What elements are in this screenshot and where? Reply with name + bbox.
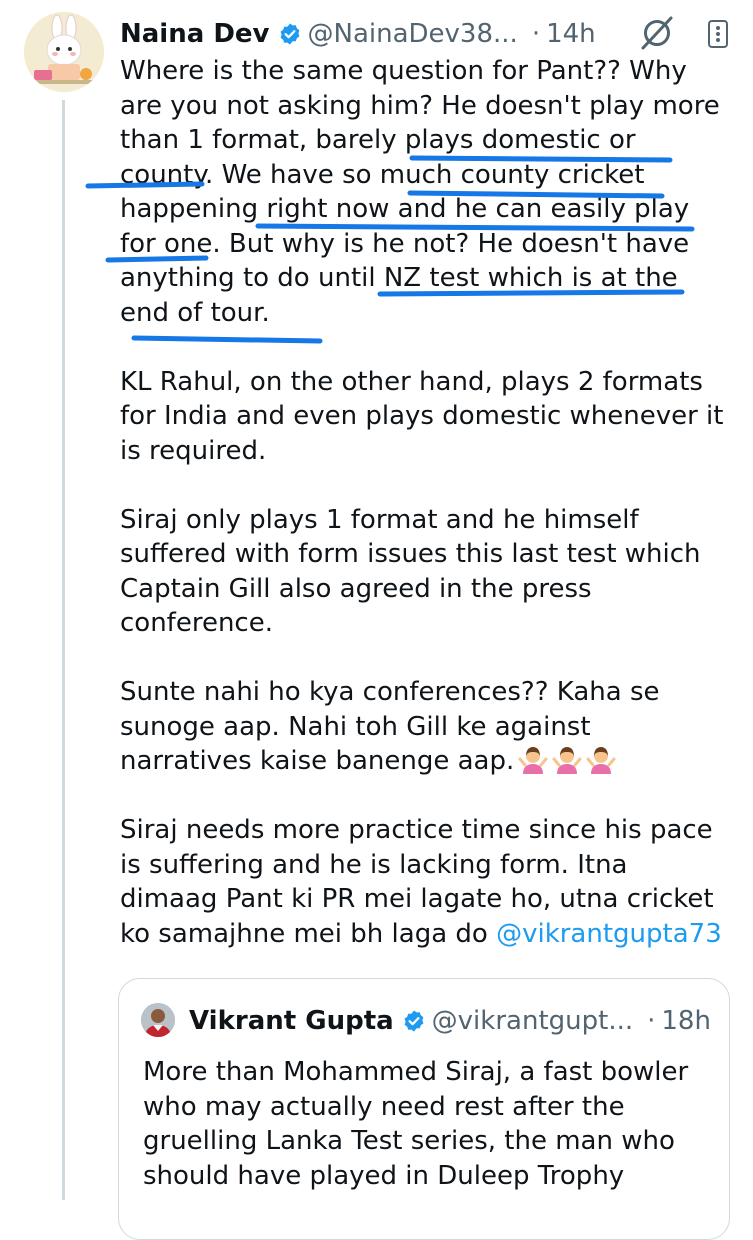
tweet-paragraph-3: Siraj only plays 1 format and he himself…: [120, 503, 740, 641]
text-fragment: narratives kaise banenge aap.: [120, 746, 515, 776]
tweet-paragraph-4: Sunte nahi ho kya conferences?? Kaha se …: [120, 675, 740, 779]
quoted-tweet-card[interactable]: Vikrant Gupta @vikrantgupt... · 18h More…: [118, 978, 730, 1240]
text-line: Sunte nahi ho kya conferences?? Kaha se: [120, 677, 660, 707]
text-line: county. We have so much county cricket: [120, 159, 645, 190]
text-line-with-emoji: narratives kaise banenge aap.: [120, 744, 740, 779]
text-line: conference.: [120, 608, 273, 638]
quoted-author-handle: @vikrantgupt...: [431, 1006, 634, 1036]
author-avatar[interactable]: [24, 12, 104, 92]
author-handle[interactable]: @NainaDev38...: [308, 19, 518, 49]
more-options-icon[interactable]: [706, 18, 730, 54]
tweet-paragraph-1: Where is the same question for Pant?? Wh…: [120, 54, 740, 330]
text-line: More than Mohammed Siraj, a fast bowler: [143, 1057, 689, 1087]
header-separator: ·: [647, 1006, 656, 1036]
person-shrugging-emoji: [518, 747, 548, 774]
text-line: dimaag Pant ki PR mei lagate ho, utna cr…: [120, 884, 714, 914]
text-line: sunoge aap. Nahi toh Gill ke against: [120, 711, 591, 742]
quoted-timestamp: 18h: [661, 1006, 711, 1036]
text-line: should have played in Duleep Trophy: [143, 1160, 625, 1191]
text-line: who may actually need rest after the: [143, 1091, 625, 1122]
text-line: than 1 format, barely plays domestic or: [120, 125, 636, 155]
person-shrugging-emoji: [586, 747, 616, 774]
quoted-tweet-body: More than Mohammed Siraj, a fast bowler …: [143, 1055, 713, 1193]
person-shrugging-emoji: [552, 747, 582, 774]
quoted-author-avatar: [141, 1003, 175, 1037]
grok-icon[interactable]: [638, 14, 676, 56]
text-line: is required.: [120, 435, 267, 466]
mention-link[interactable]: @vikrantgupta73: [496, 919, 722, 949]
text-line: Captain Gill also agreed in the press: [120, 573, 592, 604]
text-line: KL Rahul, on the other hand, plays 2 for…: [120, 366, 703, 397]
text-line: end of tour.: [120, 297, 270, 328]
header-separator: ·: [531, 19, 541, 49]
tweet-header: Naina Dev @NainaDev38... · 14h: [120, 14, 596, 54]
text-line: for India and even plays domestic whenev…: [120, 401, 724, 431]
text-line: suffered with form issues this last test…: [120, 539, 701, 569]
text-line: Siraj needs more practice time since his…: [120, 815, 713, 845]
author-name[interactable]: Naina Dev: [120, 19, 270, 49]
text-line: Where is the same question for Pant?? Wh…: [120, 56, 687, 86]
text-line-with-mention: ko samajhne mei bh laga do @vikrantgupta…: [120, 917, 740, 952]
text-line: is suffering and he is lacking form. Itn…: [120, 849, 628, 880]
text-line: Siraj only plays 1 format and he himself: [120, 504, 639, 535]
thread-connector-line: [62, 100, 65, 1200]
text-fragment: ko samajhne mei bh laga do: [120, 918, 488, 949]
quoted-author-name: Vikrant Gupta: [189, 1006, 394, 1036]
quoted-tweet-header: Vikrant Gupta @vikrantgupt... · 18h: [189, 1001, 711, 1041]
tweet-paragraph-2: KL Rahul, on the other hand, plays 2 for…: [120, 365, 740, 469]
verified-badge-icon: [278, 22, 302, 46]
tweet-timestamp[interactable]: 14h: [546, 19, 596, 49]
text-line: for one. But why is he not? He doesn't h…: [120, 228, 690, 259]
text-line: happening right now and he can easily pl…: [120, 194, 690, 224]
verified-badge-icon: [402, 1009, 426, 1033]
text-line: gruelling Lanka Test series, the man who: [143, 1126, 675, 1156]
text-line: are you not asking him? He doesn't play …: [120, 90, 720, 121]
text-line: anything to do until NZ test which is at…: [120, 263, 678, 293]
tweet-body: Where is the same question for Pant?? Wh…: [120, 54, 740, 986]
tweet-paragraph-5: Siraj needs more practice time since his…: [120, 813, 740, 951]
